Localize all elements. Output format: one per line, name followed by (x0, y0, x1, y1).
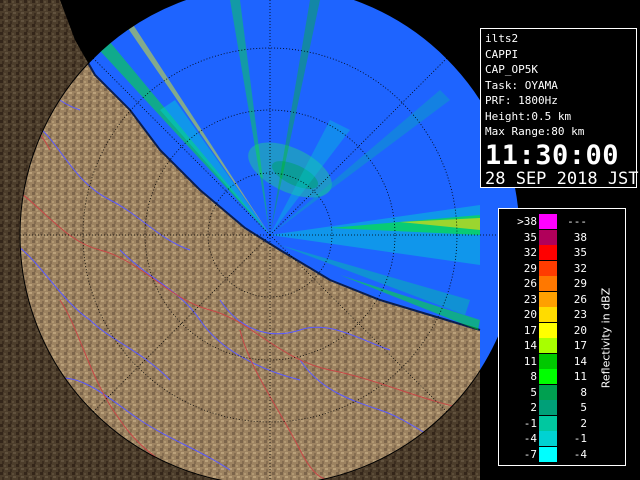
task-name: Task: OYAMA (485, 78, 558, 92)
legend-high-value: -1 (573, 432, 587, 445)
product-name: CAP_OP5K (485, 63, 538, 76)
legend-color-swatch (539, 307, 557, 323)
legend-color-swatch (539, 245, 557, 261)
legend-color-swatch (539, 291, 557, 307)
legend-high-value: 11 (573, 370, 587, 383)
legend-high-value: 23 (573, 308, 587, 321)
reflectivity-legend: Reflectivity in dBZ >38 --- 35 38 32 35 29 32 26… (498, 208, 626, 466)
legend-row: 17 20 (499, 322, 625, 338)
legend-high-value: 2 (580, 416, 587, 430)
legend-high-value: 29 (573, 277, 587, 290)
legend-low-value: -4 (523, 432, 537, 445)
legend-low-value: 23 (523, 292, 537, 306)
legend-color-swatch (539, 384, 557, 400)
legend-low-value: 11 (523, 354, 537, 368)
legend-row: 25 (499, 400, 625, 416)
legend-color-swatch (539, 229, 557, 245)
legend-row: 11 14 (499, 353, 625, 369)
legend-row: -1 2 (499, 415, 625, 431)
legend-high-value: 26 (573, 292, 587, 306)
legend-low-value: 32 (523, 246, 537, 259)
legend-color-swatch (539, 431, 557, 447)
legend-high-value: 17 (573, 339, 587, 352)
time-display: 11:30:00 (485, 139, 620, 171)
legend-color-swatch (539, 260, 557, 276)
legend-color-swatch (539, 322, 557, 338)
legend-row: 32 35 (499, 245, 625, 261)
legend-high-value: 35 (573, 246, 587, 259)
prf-value: PRF: 1800Hz (485, 94, 558, 107)
legend-color-swatch (539, 369, 557, 385)
legend-low-value: -1 (523, 416, 537, 430)
radar-info-panel: ilts2 CAPPI CAP_OP5K Task: OYAMA PRF: 18… (480, 28, 639, 189)
legend-color-swatch (539, 400, 557, 416)
legend-low-value: -7 (523, 447, 537, 461)
legend-high-value: -4 (573, 447, 587, 461)
legend-high-value: --- (567, 215, 587, 228)
legend-row: 29 32 (499, 260, 625, 276)
product-type: CAPPI (485, 47, 519, 61)
max-range: Max Range:80 km (485, 125, 585, 138)
legend-color-swatch (539, 353, 557, 369)
legend-row: -4 -1 (499, 431, 625, 447)
height-value: Height:0.5 km (485, 109, 572, 123)
legend-high-value: 38 (573, 230, 587, 244)
legend-color-swatch (539, 415, 557, 431)
legend-low-value: 2 (530, 401, 537, 414)
legend-color-swatch (539, 276, 557, 292)
legend-color-swatch (539, 338, 557, 354)
legend-row: 35 38 (499, 229, 625, 245)
legend-low-value: 17 (523, 323, 537, 337)
legend-low-value: 26 (523, 277, 537, 290)
legend-low-value: 8 (530, 370, 537, 383)
legend-high-value: 20 (573, 323, 587, 337)
legend-high-value: 8 (580, 385, 587, 399)
legend-low-value: 14 (523, 339, 537, 352)
legend-low-value: >38 (517, 215, 537, 228)
legend-row: 26 29 (499, 276, 625, 292)
legend-high-value: 32 (573, 261, 587, 275)
legend-row: 20 23 (499, 307, 625, 323)
legend-row: 14 17 (499, 338, 625, 354)
legend-low-value: 20 (523, 308, 537, 321)
legend-row: -7 -4 (499, 446, 625, 462)
legend-low-value: 35 (523, 230, 537, 244)
legend-row: 8 11 (499, 369, 625, 385)
legend-row: 58 (499, 384, 625, 400)
legend-low-value: 5 (530, 385, 537, 399)
site-name: ilts2 (485, 32, 519, 45)
legend-high-value: 5 (580, 401, 587, 414)
legend-row: 23 26 (499, 291, 625, 307)
legend-high-value: 14 (573, 354, 587, 368)
legend-color-swatch (539, 446, 557, 462)
legend-color-swatch (539, 214, 557, 230)
legend-low-value: 29 (523, 261, 537, 275)
date-display: 28 SEP 2018 JST (485, 168, 639, 189)
legend-row: >38 --- (499, 214, 625, 230)
